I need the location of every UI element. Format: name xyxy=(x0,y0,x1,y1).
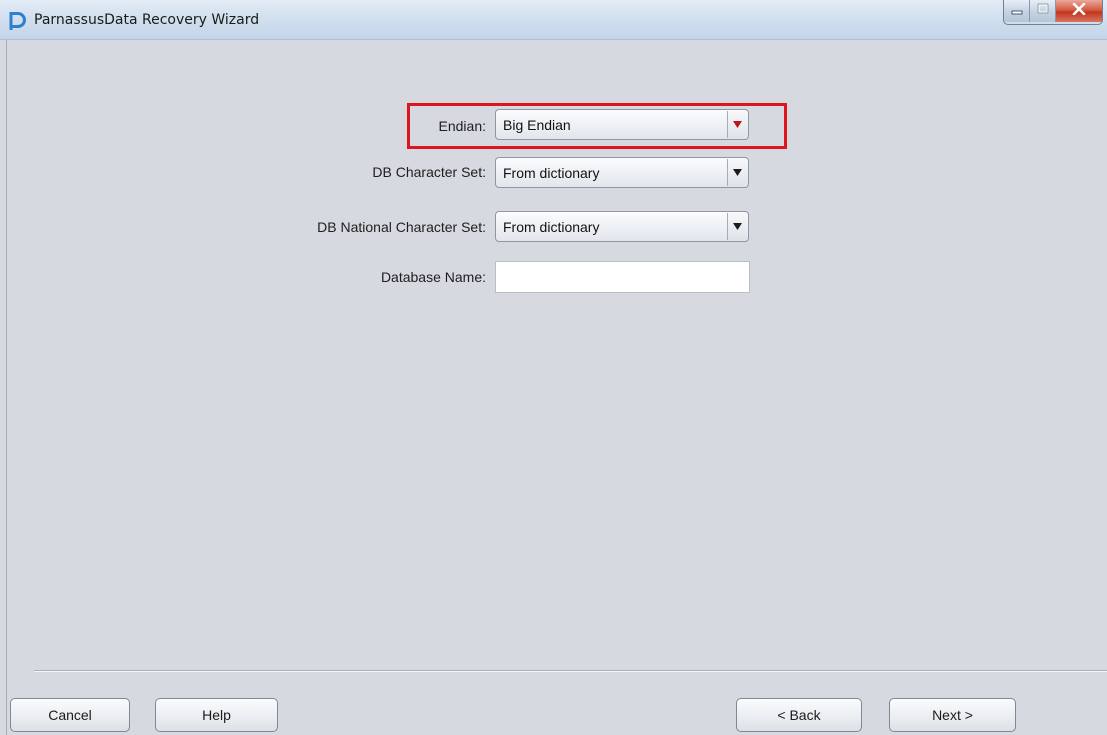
button-bar-separator xyxy=(34,670,1107,672)
db-national-charset-selected-value: From dictionary xyxy=(503,219,600,235)
db-charset-selected-value: From dictionary xyxy=(503,165,600,181)
help-button[interactable]: Help xyxy=(155,698,278,732)
db-charset-select[interactable]: From dictionary xyxy=(495,157,749,188)
database-name-label: Database Name: xyxy=(380,269,486,285)
database-name-input[interactable] xyxy=(495,261,750,293)
db-charset-label: DB Character Set: xyxy=(372,164,486,180)
title-bar[interactable]: ParnassusData Recovery Wizard xyxy=(0,0,1107,40)
window-controls xyxy=(1003,0,1103,25)
window-left-edge xyxy=(0,40,7,735)
window-title: ParnassusData Recovery Wizard xyxy=(34,12,260,28)
db-charset-dropdown-button[interactable] xyxy=(727,159,747,186)
back-button[interactable]: < Back xyxy=(736,698,862,732)
parnassus-logo-icon xyxy=(8,11,28,31)
minimize-button[interactable] xyxy=(1004,0,1030,22)
db-national-charset-select[interactable]: From dictionary xyxy=(495,211,749,242)
close-icon xyxy=(1072,2,1086,20)
next-button[interactable]: Next > xyxy=(889,698,1016,732)
cancel-button[interactable]: Cancel xyxy=(10,698,130,732)
maximize-icon xyxy=(1037,2,1049,20)
close-button[interactable] xyxy=(1056,0,1102,22)
maximize-button[interactable] xyxy=(1030,0,1056,22)
minimize-icon xyxy=(1011,2,1023,20)
db-national-charset-dropdown-button[interactable] xyxy=(727,213,747,240)
wizard-window: ParnassusData Recovery Wizard Endian: Bi… xyxy=(0,0,1107,735)
db-national-charset-label: DB National Character Set: xyxy=(317,219,486,235)
highlight-box xyxy=(407,103,787,149)
